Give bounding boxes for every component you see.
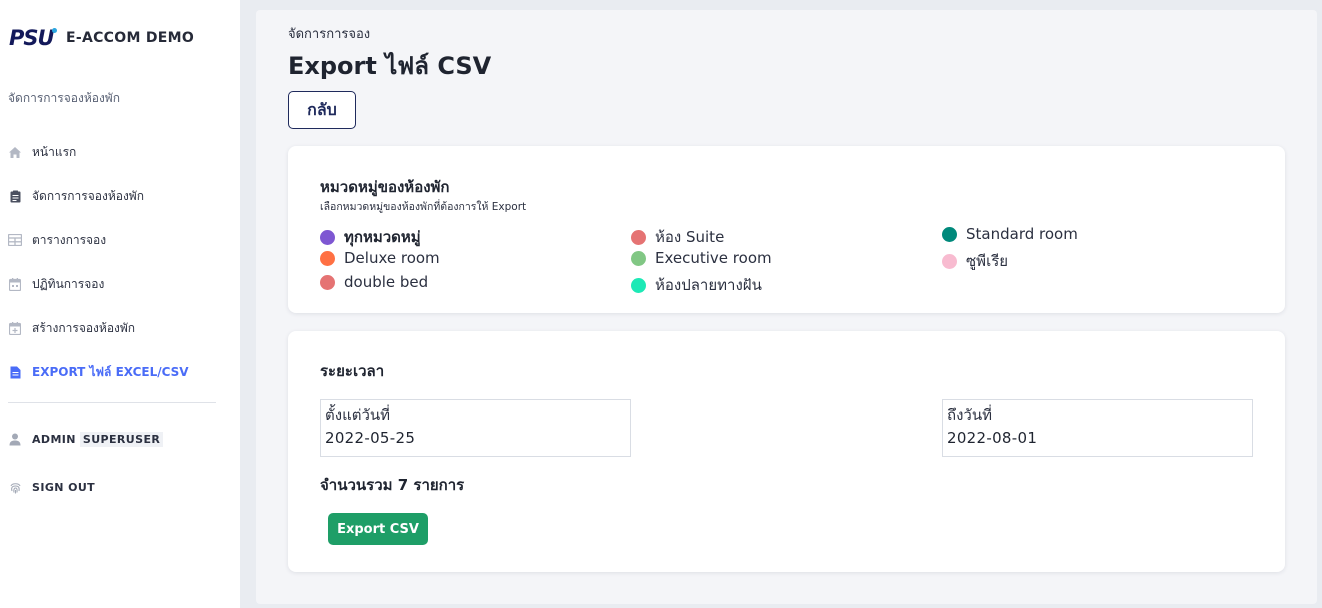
calendar-add-icon <box>8 321 22 335</box>
time-period-card: ระยะเวลา ตั้งแต่วันที่ 2022-05-25 ถึงวัน… <box>288 331 1285 572</box>
category-option[interactable]: double bed <box>320 273 428 291</box>
sidebar-item-label: จัดการการจองห้องพัก <box>32 188 144 203</box>
category-color-dot <box>942 226 957 242</box>
sidebar-item-booking-table[interactable]: ตารางการจอง <box>0 218 240 262</box>
user-role-badge: SUPERUSER <box>79 432 164 447</box>
sidebar: PSU E-ACCOM DEMO จัดการการจองห้องพัก หน้… <box>0 0 240 608</box>
sidebar-item-manage-bookings[interactable]: จัดการการจองห้องพัก <box>0 174 240 218</box>
category-option[interactable]: Standard room <box>942 225 1078 243</box>
total-count: จำนวนรวม 7 รายการ <box>320 476 465 494</box>
end-date-field[interactable]: ถึงวันที่ 2022-08-01 <box>942 399 1253 457</box>
category-option[interactable]: ซูพีเรีย <box>942 249 1008 273</box>
period-card-title: ระยะเวลา <box>320 362 385 380</box>
category-card-title: หมวดหมู่ของห้องพัก <box>320 178 450 196</box>
category-card-subtitle: เลือกหมวดหมู่ของห้องพักที่ต้องการให้ Exp… <box>320 201 527 213</box>
sidebar-item-label: สร้างการจองห้องพัก <box>32 320 136 335</box>
back-button[interactable]: กลับ <box>288 91 356 129</box>
main-panel: จัดการการจอง Export ไฟล์ CSV กลับ หมวดหม… <box>256 10 1317 604</box>
sign-out-label: SIGN OUT <box>32 480 96 494</box>
category-color-dot <box>631 250 646 266</box>
category-option[interactable]: Executive room <box>631 249 772 267</box>
psu-logo: PSU <box>9 26 57 50</box>
category-option[interactable]: ทุกหมวดหมู่ <box>320 225 421 249</box>
category-option[interactable]: ห้อง Suite <box>631 225 724 249</box>
user-name: ADMIN <box>32 433 76 446</box>
sidebar-item-calendar[interactable]: ปฏิทินการจอง <box>0 262 240 306</box>
end-date-value[interactable]: 2022-08-01 <box>947 429 1037 447</box>
category-label: ทุกหมวดหมู่ <box>344 228 421 246</box>
sidebar-item-label: EXPORT ไฟล์ EXCEL/CSV <box>32 364 189 379</box>
sidebar-item-create-booking[interactable]: สร้างการจองห้องพัก <box>0 306 240 350</box>
category-color-dot <box>631 277 646 293</box>
app-name: E-ACCOM DEMO <box>66 30 195 46</box>
sidebar-divider <box>8 402 216 403</box>
user-icon <box>8 433 22 447</box>
category-color-dot <box>320 229 335 245</box>
brand[interactable]: PSU E-ACCOM DEMO <box>9 26 194 50</box>
sidebar-item-export[interactable]: EXPORT ไฟล์ EXCEL/CSV <box>0 350 240 394</box>
logo-dot <box>52 28 57 33</box>
start-date-label: ตั้งแต่วันที่ <box>325 406 391 424</box>
category-color-dot <box>942 253 957 269</box>
end-date-label: ถึงวันที่ <box>947 406 992 424</box>
sign-out-link[interactable]: SIGN OUT <box>8 480 95 494</box>
category-option[interactable]: ห้องปลายทางฝัน <box>631 273 762 297</box>
sidebar-item-home[interactable]: หน้าแรก <box>0 130 240 174</box>
category-label: Deluxe room <box>344 249 440 267</box>
sidebar-section-title: จัดการการจองห้องพัก <box>8 91 120 105</box>
sidebar-nav: หน้าแรก จัดการการจองห้องพัก ตารางการจอง … <box>0 130 240 394</box>
sidebar-item-label: ตารางการจอง <box>32 232 107 247</box>
category-label: double bed <box>344 273 429 291</box>
fingerprint-icon <box>8 480 22 494</box>
clipboard-icon <box>8 189 22 203</box>
start-date-field[interactable]: ตั้งแต่วันที่ 2022-05-25 <box>320 399 631 457</box>
breadcrumb: จัดการการจอง <box>288 27 371 42</box>
user-profile[interactable]: ADMIN SUPERUSER <box>8 432 164 447</box>
room-category-card: หมวดหมู่ของห้องพัก เลือกหมวดหมู่ของห้องพ… <box>288 146 1285 313</box>
logo-text: PSU <box>9 26 55 50</box>
category-label: ห้อง Suite <box>655 228 725 246</box>
sidebar-item-label: หน้าแรก <box>32 144 77 159</box>
category-option[interactable]: Deluxe room <box>320 249 440 267</box>
category-label: Standard room <box>966 225 1078 243</box>
category-color-dot <box>631 229 646 245</box>
table-icon <box>8 233 22 247</box>
file-icon <box>8 365 22 379</box>
page-title: Export ไฟล์ CSV <box>288 52 492 80</box>
category-color-dot <box>320 274 335 290</box>
start-date-value[interactable]: 2022-05-25 <box>325 429 415 447</box>
category-color-dot <box>320 250 335 266</box>
home-icon <box>8 145 22 159</box>
category-label: ซูพีเรีย <box>966 252 1009 270</box>
category-label: ห้องปลายทางฝัน <box>655 276 762 294</box>
calendar-icon <box>8 277 22 291</box>
export-csv-button[interactable]: Export CSV <box>328 513 428 545</box>
category-label: Executive room <box>655 249 772 267</box>
sidebar-item-label: ปฏิทินการจอง <box>32 276 105 291</box>
